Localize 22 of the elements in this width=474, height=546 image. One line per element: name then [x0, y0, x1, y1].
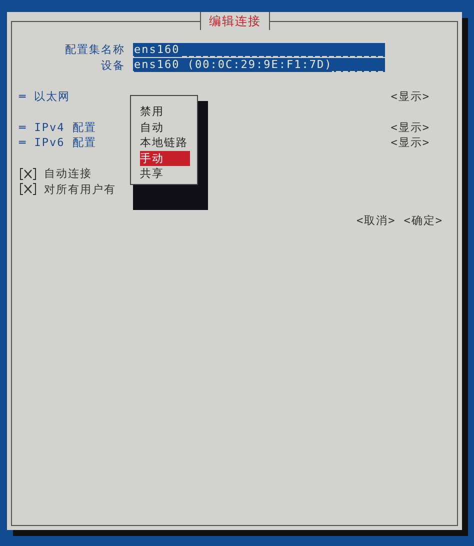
section-header[interactable]: ═ IPv6 配置 — [19, 135, 96, 150]
text-field[interactable]: ens160 (00:0C:29:9E:F1:7D) — [133, 58, 385, 72]
menu-item[interactable]: 本地链路 — [140, 135, 190, 150]
dialog-button[interactable]: <确定> — [404, 212, 443, 228]
field-label: 设备 — [100, 58, 125, 73]
menu-item[interactable]: 自动 — [140, 120, 190, 135]
checkbox-label: 对所有用户有 — [44, 182, 116, 197]
dialog-title: 编辑连接 — [200, 12, 270, 30]
show-button[interactable]: <显示> — [390, 135, 430, 150]
section-header[interactable]: ═ 以太网 — [19, 88, 70, 104]
menu-item[interactable]: 共享 — [140, 166, 190, 182]
section-header[interactable]: ═ IPv4 配置 — [19, 120, 96, 135]
field-label: 配置集名称 — [64, 42, 125, 58]
show-button[interactable]: <显示> — [390, 88, 430, 104]
text-field[interactable]: ens160 — [133, 42, 385, 57]
menu-item[interactable]: 禁用 — [140, 104, 190, 120]
show-button[interactable]: <显示> — [390, 120, 430, 135]
dialog-button[interactable]: <取消> — [356, 212, 396, 228]
checkbox[interactable] — [19, 168, 37, 180]
menu-item[interactable]: 手动 — [140, 150, 190, 166]
checkbox[interactable] — [19, 183, 37, 196]
checkbox-label: 自动连接 — [44, 166, 92, 182]
